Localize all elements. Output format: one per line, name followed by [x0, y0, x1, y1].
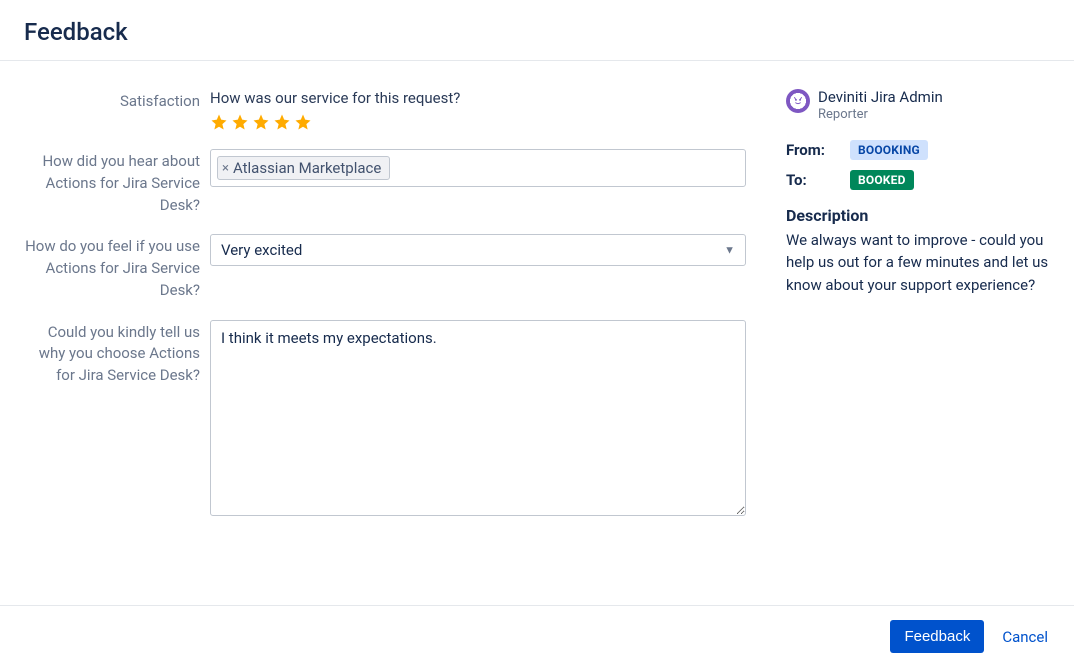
field-why — [210, 320, 746, 520]
chevron-down-icon: ▼ — [724, 244, 735, 257]
star-icon[interactable] — [273, 113, 291, 131]
page-title: Feedback — [24, 18, 1050, 46]
star-icon[interactable] — [252, 113, 270, 131]
row-satisfaction: Satisfaction How was our service for thi… — [24, 89, 764, 131]
close-icon[interactable]: × — [222, 161, 229, 176]
star-icon[interactable] — [210, 113, 228, 131]
reporter-block: Deviniti Jira Admin Reporter — [786, 89, 1066, 122]
hear-tag-label: Atlassian Marketplace — [233, 159, 381, 177]
dialog-header: Feedback — [0, 0, 1074, 61]
satisfaction-question: How was our service for this request? — [210, 89, 746, 107]
row-feel: How do you feel if you use Actions for J… — [24, 234, 764, 301]
to-row: To: BOOKED — [786, 170, 1066, 190]
to-label: To: — [786, 171, 838, 189]
hear-tag[interactable]: × Atlassian Marketplace — [217, 156, 390, 180]
submit-button[interactable]: Feedback — [890, 620, 984, 653]
from-row: From: BOOOKING — [786, 140, 1066, 160]
reporter-role: Reporter — [818, 107, 943, 122]
dialog-body: Satisfaction How was our service for thi… — [0, 61, 1074, 605]
feel-value: Very excited — [221, 241, 302, 259]
row-hear: How did you hear about Actions for Jira … — [24, 149, 764, 216]
description-text: We always want to improve - could you he… — [786, 229, 1066, 297]
cancel-link[interactable]: Cancel — [1002, 628, 1048, 646]
label-why: Could you kindly tell us why you choose … — [24, 320, 210, 387]
feedback-dialog: Feedback Satisfaction How was our servic… — [0, 0, 1074, 667]
why-textarea[interactable] — [210, 320, 746, 516]
star-rating[interactable] — [210, 113, 746, 131]
label-feel: How do you feel if you use Actions for J… — [24, 234, 210, 301]
description-heading: Description — [786, 206, 1066, 225]
label-hear: How did you hear about Actions for Jira … — [24, 149, 210, 216]
feel-select[interactable]: Very excited ▼ — [210, 234, 746, 266]
status-badge-from: BOOOKING — [850, 140, 928, 160]
star-icon[interactable] — [231, 113, 249, 131]
field-feel: Very excited ▼ — [210, 234, 746, 266]
label-satisfaction: Satisfaction — [24, 89, 210, 113]
star-icon[interactable] — [294, 113, 312, 131]
avatar — [786, 89, 810, 113]
field-hear: × Atlassian Marketplace — [210, 149, 746, 187]
field-satisfaction: How was our service for this request? — [210, 89, 746, 131]
status-badge-to: BOOKED — [850, 170, 914, 190]
dialog-footer: Feedback Cancel — [0, 605, 1074, 667]
avatar-icon — [791, 94, 805, 108]
reporter-text: Deviniti Jira Admin Reporter — [818, 89, 943, 122]
form-area: Satisfaction How was our service for thi… — [24, 89, 764, 585]
row-why: Could you kindly tell us why you choose … — [24, 320, 764, 520]
reporter-name: Deviniti Jira Admin — [818, 89, 943, 106]
hear-tag-input[interactable]: × Atlassian Marketplace — [210, 149, 746, 187]
side-panel: Deviniti Jira Admin Reporter From: BOOOK… — [764, 89, 1066, 585]
from-label: From: — [786, 141, 838, 159]
